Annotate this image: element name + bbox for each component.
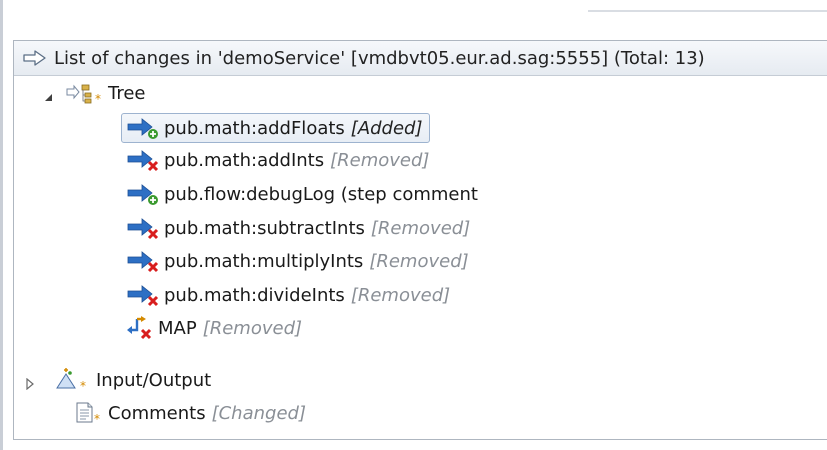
- item-label: MAP: [158, 317, 197, 339]
- svg-text:*: *: [80, 379, 86, 392]
- tree-node-icon: *: [66, 81, 104, 106]
- service-removed-icon: [126, 216, 160, 240]
- collapse-triangle-icon[interactable]: [24, 374, 36, 391]
- item-label: pub.math:divideInts: [164, 284, 345, 306]
- changes-panel: List of changes in 'demoService' [vmdbvt…: [13, 40, 827, 440]
- input-output-icon: *: [54, 368, 92, 393]
- tree-item-addints[interactable]: pub.math:addInts [Removed]: [126, 145, 429, 175]
- tree-item-addfloats[interactable]: pub.math:addFloats [Added]: [121, 113, 430, 143]
- item-label: pub.math:addFloats: [164, 117, 345, 139]
- status-badge: [Removed]: [369, 250, 469, 272]
- left-divider: [0, 0, 3, 450]
- svg-text:*: *: [94, 412, 100, 425]
- comments-document-icon: *: [74, 401, 104, 426]
- panel-title: List of changes in 'demoService' [vmdbvt…: [54, 47, 705, 69]
- item-label: pub.math:subtractInts: [164, 217, 365, 239]
- service-removed-icon: [126, 148, 160, 172]
- item-label: pub.flow:debugLog (step comment: [164, 183, 478, 205]
- service-added-icon: [126, 182, 160, 206]
- status-badge: [Removed]: [350, 284, 451, 306]
- selection-highlight[interactable]: pub.math:addFloats [Added]: [121, 113, 430, 143]
- item-label: pub.math:addInts: [164, 149, 325, 171]
- top-divider: [588, 10, 827, 12]
- service-added-icon: [126, 116, 160, 140]
- status-badge: [Removed]: [370, 217, 471, 239]
- tree-root-row[interactable]: * Tree: [42, 78, 146, 108]
- service-removed-icon: [126, 249, 160, 273]
- tree-item-debuglog[interactable]: pub.flow:debugLog (step comment: [126, 179, 484, 209]
- status-badge: [Removed]: [202, 317, 303, 339]
- tree-item-input-output[interactable]: * Input/Output: [24, 365, 211, 395]
- compare-arrow-icon: [22, 49, 48, 67]
- item-label: pub.math:multiplyInts: [164, 250, 364, 272]
- panel-header: List of changes in 'demoService' [vmdbvt…: [14, 41, 827, 76]
- service-removed-icon: [126, 283, 160, 307]
- expand-triangle-icon[interactable]: [42, 87, 54, 101]
- tree-item-multiplyints[interactable]: pub.math:multiplyInts [Removed]: [126, 246, 469, 276]
- tree-item-subtractints[interactable]: pub.math:subtractInts [Removed]: [126, 213, 470, 243]
- tree-item-map[interactable]: MAP [Removed]: [126, 313, 302, 343]
- tree-root-label: Tree: [108, 82, 146, 104]
- item-label: Input/Output: [96, 369, 212, 391]
- status-badge: [Added]: [350, 117, 423, 139]
- tree-item-comments[interactable]: * Comments [Changed]: [74, 398, 306, 428]
- status-badge: [Changed]: [211, 402, 306, 424]
- top-bar: [0, 0, 827, 16]
- tree-item-divideints[interactable]: pub.math:divideInts [Removed]: [126, 280, 450, 310]
- status-badge: [Removed]: [330, 149, 430, 171]
- map-step-removed-icon: [126, 316, 154, 340]
- item-label: Comments: [108, 402, 206, 424]
- svg-text:*: *: [95, 92, 101, 105]
